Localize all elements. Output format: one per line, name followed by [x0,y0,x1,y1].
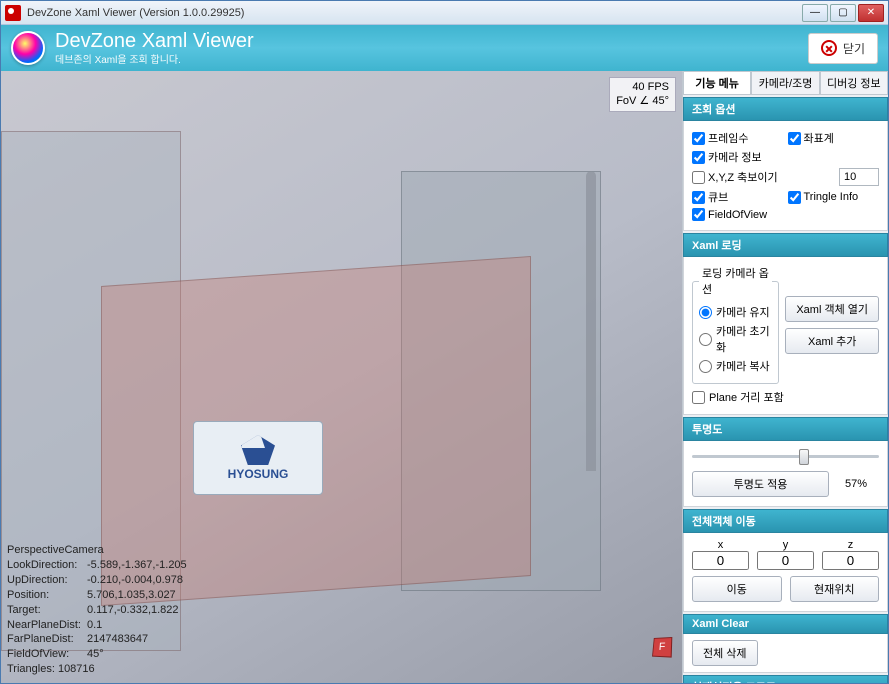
app-subtitle: 데브존의 Xaml을 조회 합니다. [55,51,254,66]
app-window: DevZone Xaml Viewer (Version 1.0.0.29925… [0,0,889,684]
add-xaml-button[interactable]: Xaml 추가 [785,328,879,354]
model-brand-plate: HYOSUNG [193,421,323,495]
chk-plane-dist[interactable]: Plane 거리 포함 [692,389,879,405]
close-icon [821,40,837,56]
section-to-code: 현재설정을 코드로 [683,675,888,683]
radio-reset-camera[interactable]: 카메라 초기화 [699,323,772,355]
section-xaml-clear: Xaml Clear [683,614,888,634]
camera-option-legend: 로딩 카메라 옵션 [699,265,772,297]
camera-type: PerspectiveCamera [7,543,193,558]
viewport-3d[interactable]: HYOSUNG 40 FPS FoV ∠ 45° PerspectiveCame… [1,71,682,683]
chk-camera-info[interactable]: 카메라 정보 [692,149,879,165]
section-xaml-load: Xaml 로딩 [683,233,888,257]
app-logo-icon [11,31,45,65]
chk-coord[interactable]: 좌표계 [788,130,880,146]
close-label: 닫기 [843,40,865,57]
hud-top-right: 40 FPS FoV ∠ 45° [609,77,676,112]
chk-cube[interactable]: 큐브 [692,189,784,205]
triangle-count: Triangles: 108716 [7,662,193,677]
camera-table: LookDirection:-5.589,-1.367,-1.205 UpDir… [7,558,193,662]
input-z[interactable] [822,551,879,570]
axis-cube-icon[interactable]: F [652,637,672,658]
tab-debug[interactable]: 디버깅 정보 [820,71,888,94]
brand-text: HYOSUNG [228,467,289,481]
opacity-slider[interactable] [692,447,879,465]
radio-copy-camera[interactable]: 카메라 복사 [699,358,772,374]
label-z: z [822,539,879,551]
window-title: DevZone Xaml Viewer (Version 1.0.0.29925… [27,7,802,19]
header-close-button[interactable]: 닫기 [808,33,878,64]
chk-tringle[interactable]: Tringle Info [788,191,880,204]
minimize-button[interactable]: — [802,4,828,22]
delete-all-button[interactable]: 전체 삭제 [692,640,758,666]
opacity-value: 57% [833,478,879,490]
app-title: DevZone Xaml Viewer [55,31,254,51]
app-icon [5,5,21,21]
chk-fov[interactable]: FieldOfView [692,208,879,221]
input-y[interactable] [757,551,814,570]
section-view-options: 조회 옵션 [683,97,888,121]
move-button[interactable]: 이동 [692,576,782,602]
open-xaml-button[interactable]: Xaml 객체 열기 [785,296,879,322]
tabs: 기능 메뉴 카메라/조명 디버깅 정보 [683,71,888,95]
tab-camera-light[interactable]: 카메라/조명 [751,71,819,94]
current-pos-button[interactable]: 현재위치 [790,576,880,602]
side-panel: 기능 메뉴 카메라/조명 디버깅 정보 조회 옵션 프레임수 좌표계 카메라 정… [682,71,888,683]
chk-fps[interactable]: 프레임수 [692,130,784,146]
fps-readout: 40 FPS [616,80,669,94]
app-header: DevZone Xaml Viewer 데브존의 Xaml을 조회 합니다. 닫… [1,25,888,71]
fov-readout: FoV ∠ 45° [616,94,669,108]
section-opacity: 투명도 [683,417,888,441]
tab-functions[interactable]: 기능 메뉴 [683,71,751,94]
titlebar[interactable]: DevZone Xaml Viewer (Version 1.0.0.29925… [1,1,888,25]
chk-axis[interactable]: X,Y,Z 축보이기 [692,169,835,185]
label-y: y [757,539,814,551]
label-x: x [692,539,749,551]
section-move-all: 전체객체 이동 [683,509,888,533]
radio-keep-camera[interactable]: 카메라 유지 [699,304,772,320]
maximize-button[interactable]: ▢ [830,4,856,22]
apply-opacity-button[interactable]: 투명도 적용 [692,471,829,497]
input-x[interactable] [692,551,749,570]
axis-size-input[interactable] [839,168,879,186]
close-button[interactable]: ✕ [858,4,884,22]
hud-camera-info: PerspectiveCamera LookDirection:-5.589,-… [7,543,193,677]
